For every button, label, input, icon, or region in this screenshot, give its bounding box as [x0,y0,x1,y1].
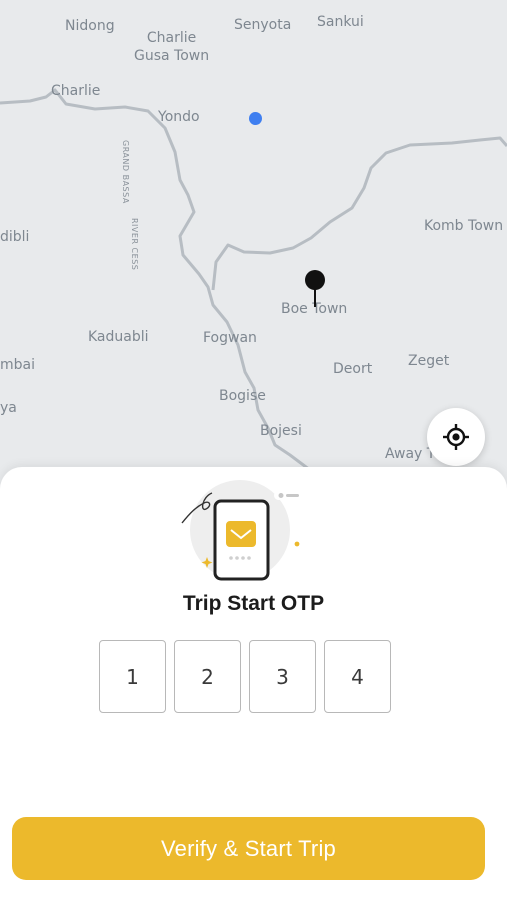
map-place-label: dibli [0,229,30,245]
phone-envelope-icon [181,480,304,581]
otp-input-group: 1 2 3 4 [99,640,391,713]
map-place-line: Charlie [146,30,197,46]
map-place-label: Away T [385,446,436,462]
region-label: RIVER CESS [130,218,139,271]
verify-start-trip-button[interactable]: Verify & Start Trip [12,817,485,880]
otp-digit-4[interactable]: 4 [324,640,391,713]
map-place-label: Komb Town [424,218,504,234]
map-place-label: Bogise [219,388,266,404]
crosshair-icon [443,424,469,450]
map-place-label: ya [0,400,17,416]
map-place-label: Yondo [158,109,200,125]
locate-me-button[interactable] [427,408,485,466]
otp-digit-2[interactable]: 2 [174,640,241,713]
otp-digit-3[interactable]: 3 [249,640,316,713]
map-place-label: Zeget [408,353,450,369]
map-place-label: Fogwan [203,330,257,346]
map-place-label: Charlie Gusa Town [134,29,209,65]
map-place-label: Bojesi [260,423,302,439]
map-place-label: Sankui [317,14,364,30]
map-place-label: Deort [333,361,373,377]
map-place-label: Nidong [65,18,115,34]
map-pin-icon [305,270,325,307]
map-place-label: Kaduabli [88,329,149,345]
user-location-dot [249,112,262,125]
map-place-label: Charlie [51,83,101,99]
region-label: GRAND BASSA [121,140,130,204]
map-place-label: Senyota [234,17,292,33]
otp-digit-1[interactable]: 1 [99,640,166,713]
map-place-line: Gusa Town [134,48,210,64]
otp-title: Trip Start OTP [182,592,325,615]
map-place-label: mbai [0,357,35,373]
